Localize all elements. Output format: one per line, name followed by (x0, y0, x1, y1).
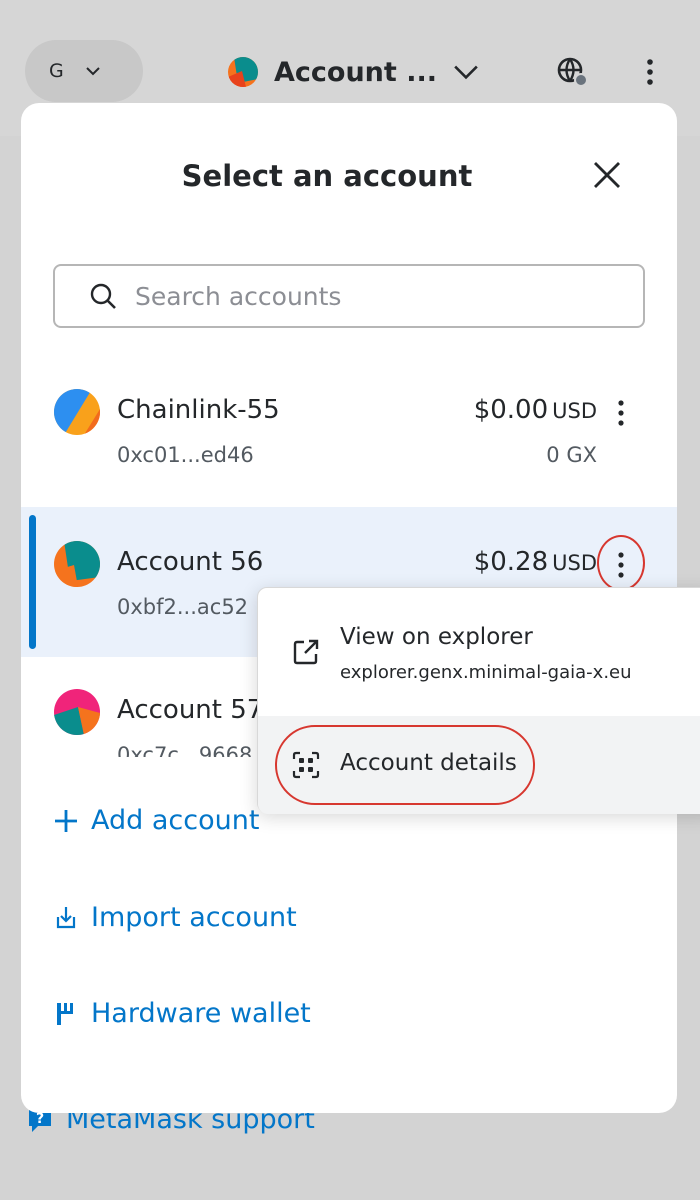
import-account-label: Import account (91, 902, 297, 933)
modal-title: Select an account (181, 159, 473, 193)
account-address: 0xc7c...9668 (117, 743, 253, 757)
account-name: Chainlink-55 (117, 395, 280, 425)
connected-sites-icon[interactable] (556, 56, 590, 90)
network-initial: G (49, 60, 64, 82)
account-row-chainlink-55[interactable]: Chainlink-55 0xc01...ed46 $0.00 USD 0 GX (21, 357, 677, 507)
more-options-icon[interactable] (638, 58, 662, 86)
balance-value: $0.00 (473, 395, 549, 425)
chevron-down-icon (86, 67, 100, 76)
explorer-url: explorer.genx.minimal-gaia-x.eu (340, 662, 632, 683)
account-avatar (228, 57, 258, 87)
external-link-icon (293, 639, 319, 665)
search-input[interactable] (135, 281, 615, 311)
account-options-button[interactable] (605, 393, 637, 433)
close-icon[interactable] (591, 159, 623, 191)
balance-value: $0.28 (473, 547, 549, 577)
search-field[interactable] (53, 264, 645, 328)
hardware-wallet-icon (57, 1002, 73, 1025)
account-address: 0xbf2...ac52 (117, 595, 249, 619)
account-avatar (54, 541, 100, 587)
chevron-down-icon (454, 65, 478, 80)
account-avatar (54, 689, 100, 735)
account-name: Account 56 (117, 547, 264, 577)
plus-icon (55, 809, 77, 832)
account-name: Account 57 (117, 695, 264, 725)
hardware-wallet-button[interactable]: Hardware wallet (53, 998, 311, 1029)
view-on-explorer-menu-item[interactable]: View on explorer explorer.genx.minimal-g… (258, 588, 700, 716)
network-picker[interactable]: G (25, 40, 143, 102)
import-icon (56, 906, 76, 928)
account-picker-name: Account ... (274, 56, 437, 88)
view-on-explorer-label: View on explorer (340, 624, 533, 650)
add-account-label: Add account (91, 805, 260, 836)
search-icon (90, 283, 116, 309)
balance-currency: USD (552, 551, 597, 575)
account-avatar (54, 389, 100, 435)
selected-indicator (29, 515, 36, 649)
balance-currency: USD (552, 399, 597, 423)
account-token-balance: 0 GX (546, 443, 597, 467)
more-options-icon (618, 400, 624, 426)
account-details-highlight-ring (275, 725, 535, 805)
account-address: 0xc01...ed46 (117, 443, 254, 467)
options-highlight-ring (597, 535, 645, 591)
import-account-button[interactable]: Import account (53, 902, 297, 933)
hardware-wallet-label: Hardware wallet (91, 998, 311, 1029)
account-balance: $0.28 USD (474, 547, 597, 577)
account-picker[interactable]: Account ... (228, 52, 479, 92)
add-account-button[interactable]: Add account (53, 805, 259, 836)
account-balance: $0.00 USD (474, 395, 597, 425)
